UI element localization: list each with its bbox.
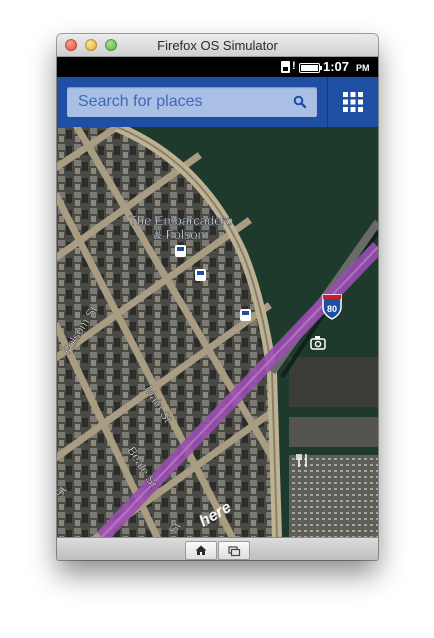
app-header <box>57 77 378 127</box>
transit-icon[interactable] <box>175 245 186 257</box>
simulator-window: Firefox OS Simulator ! 1:07 PM Search fo… <box>57 34 378 560</box>
pier <box>289 417 378 447</box>
home-icon <box>195 545 207 555</box>
place-label: & Folsom <box>154 227 209 242</box>
status-clock: 1:07 <box>323 59 350 74</box>
highway-shield-number: 80 <box>327 304 337 314</box>
status-bar: ! 1:07 PM <box>57 57 378 77</box>
search-icon[interactable] <box>293 95 307 109</box>
parking-lot <box>289 455 378 537</box>
home-button[interactable] <box>185 541 217 560</box>
simulator-bottom-bar <box>57 537 378 560</box>
window-titlebar: Firefox OS Simulator <box>57 34 378 57</box>
windows-button[interactable] <box>218 541 250 560</box>
battery-icon <box>299 63 322 73</box>
window-title: Firefox OS Simulator <box>157 38 278 53</box>
search-box[interactable] <box>67 87 317 117</box>
search-input[interactable] <box>67 87 298 117</box>
satellite-map[interactable]: The Embarcadero & Folsom 80 Folsom St Ma… <box>57 127 378 537</box>
sim-card-icon <box>281 61 290 73</box>
transit-icon[interactable] <box>240 309 251 321</box>
pier <box>289 357 378 407</box>
windows-icon <box>228 546 241 557</box>
apps-grid-icon[interactable] <box>328 77 378 127</box>
transit-icon[interactable] <box>195 269 206 281</box>
place-label: The Embarcadero <box>129 213 233 228</box>
highway-shield-icon: 80 <box>322 294 342 320</box>
sim-warning-icon: ! <box>292 60 296 72</box>
status-clock-ampm: PM <box>356 63 370 73</box>
